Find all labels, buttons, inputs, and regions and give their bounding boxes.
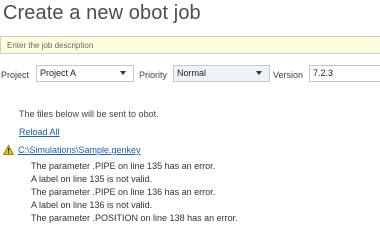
version-field-value: 7.2.3 <box>313 68 334 78</box>
error-message: The parameter .POSITION on line 138 has … <box>31 213 238 223</box>
error-message: A label on line 136 is not valid. <box>31 200 153 210</box>
chevron-down-icon <box>256 71 262 75</box>
error-message: The parameter .PIPE on line 135 has an e… <box>31 161 216 171</box>
priority-select[interactable]: Normal <box>173 65 270 82</box>
project-select-value: Project A <box>40 68 77 78</box>
files-info-text: The files below will be sent to obot. <box>19 109 159 119</box>
priority-label: Priority <box>139 70 168 80</box>
project-select[interactable]: Project A <box>36 65 134 82</box>
version-label: Version <box>273 70 304 80</box>
project-label: Project <box>1 70 30 80</box>
chevron-down-icon <box>120 71 126 75</box>
error-message: The parameter .PIPE on line 136 has an e… <box>31 187 216 197</box>
file-path-link[interactable]: C:\Simulations\Sample.genkey <box>18 145 141 155</box>
priority-select-value: Normal <box>177 68 207 78</box>
job-description-input[interactable] <box>0 36 380 54</box>
page-title: Create a new obot job <box>3 2 201 24</box>
reload-all-link[interactable]: Reload All <box>19 127 60 137</box>
error-list: The parameter .PIPE on line 135 has an e… <box>31 160 238 225</box>
warning-icon <box>3 145 14 155</box>
version-field[interactable]: 7.2.3 <box>309 65 380 82</box>
error-message: A label on line 135 is not valid. <box>31 174 153 184</box>
